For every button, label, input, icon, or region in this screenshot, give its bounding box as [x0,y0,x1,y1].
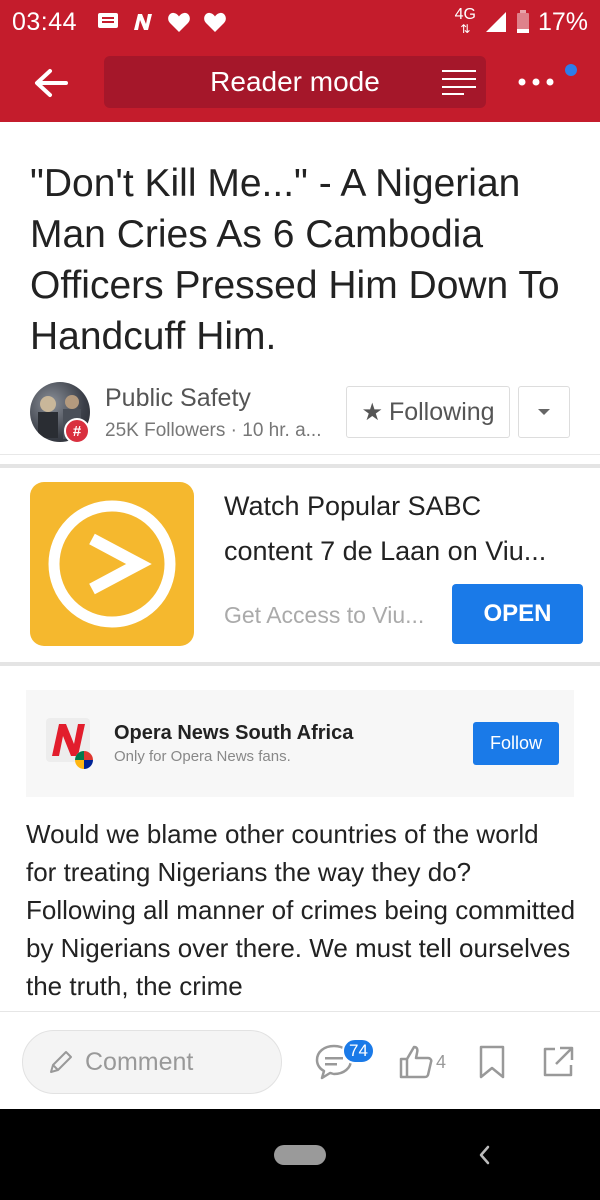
network-indicator: 4G ⇅ [454,6,476,37]
ad-title-line2[interactable]: content 7 de Laan on Viu... [224,529,584,574]
app-bar: Reader mode [0,44,600,122]
heart-icon [204,12,226,33]
ad-title-line1[interactable]: Watch Popular SABC [224,484,584,529]
bookmark-icon [479,1045,505,1079]
like-button[interactable] [396,1040,436,1084]
hashtag-badge: # [64,418,90,444]
screen: 03:44 4G ⇅ 17% Reader mode "Don't Kill M… [0,0,600,1200]
source-name[interactable]: Public Safety [105,384,251,413]
divider [0,454,600,455]
opera-news-name: Opera News South Africa [114,722,354,744]
divider [0,464,600,468]
status-bar: 03:44 4G ⇅ 17% [0,0,600,44]
more-options-button[interactable] [514,70,558,94]
signal-icon [485,12,506,32]
bottom-action-bar: Comment 74 4 [0,1011,600,1109]
notification-icons [97,11,227,33]
pencil-icon [50,1051,72,1073]
opera-news-logo [46,718,93,769]
source-dropdown-button[interactable] [518,386,570,438]
star-icon: ★ [361,398,383,426]
opera-news-subtitle: Only for Opera News fans. [114,748,291,765]
follow-button[interactable]: Follow [473,722,559,765]
status-time: 03:44 [12,7,78,36]
battery-icon [516,10,529,33]
like-count: 4 [436,1052,447,1072]
message-icon [98,13,119,28]
article-headline: "Don't Kill Me..." - A Nigerian Man Crie… [30,162,560,358]
viu-app-icon[interactable] [30,482,194,646]
arrow-left-icon [35,69,68,97]
divider [0,662,600,666]
back-button[interactable] [28,62,74,104]
system-nav-bar [0,1109,600,1200]
following-label: Following [388,397,495,426]
source-meta: 25K Followers · 10 hr. a... [105,420,322,441]
heart-icon [168,12,190,33]
comment-placeholder: Comment [85,1047,194,1076]
comment-input[interactable]: Comment [22,1030,282,1094]
external-link-icon [543,1046,574,1077]
source-row: # Public Safety 25K Followers · 10 hr. a… [30,382,570,452]
thumbs-up-icon [399,1045,433,1079]
home-pill-button[interactable] [274,1145,326,1165]
chevron-left-icon [479,1145,490,1165]
network-label: 4G [454,6,476,23]
status-right: 4G ⇅ 17% [454,6,588,37]
bookmark-button[interactable] [474,1040,510,1084]
notification-dot [565,64,577,76]
data-arrows-icon: ⇅ [460,22,471,36]
comment-count-badge: 74 [342,1038,375,1064]
reader-mode-label: Reader mode [210,66,380,97]
reader-mode-pill[interactable]: Reader mode [104,56,486,108]
more-dots-icon [518,78,554,86]
chevron-down-icon [538,409,550,415]
article-body: Would we blame other countries of the wo… [26,819,576,1001]
lines-icon[interactable] [442,68,476,96]
ad-subtitle: Get Access to Viu... [224,602,425,628]
battery-percent: 17% [537,7,588,36]
system-back-button[interactable] [470,1141,498,1169]
n-app-icon [134,14,153,30]
ad-open-button[interactable]: OPEN [452,584,583,644]
opera-news-card: Opera News South Africa Only for Opera N… [26,690,574,797]
following-button[interactable]: ★ Following [346,386,510,438]
share-button[interactable] [538,1042,578,1082]
play-logo-icon [48,500,176,628]
